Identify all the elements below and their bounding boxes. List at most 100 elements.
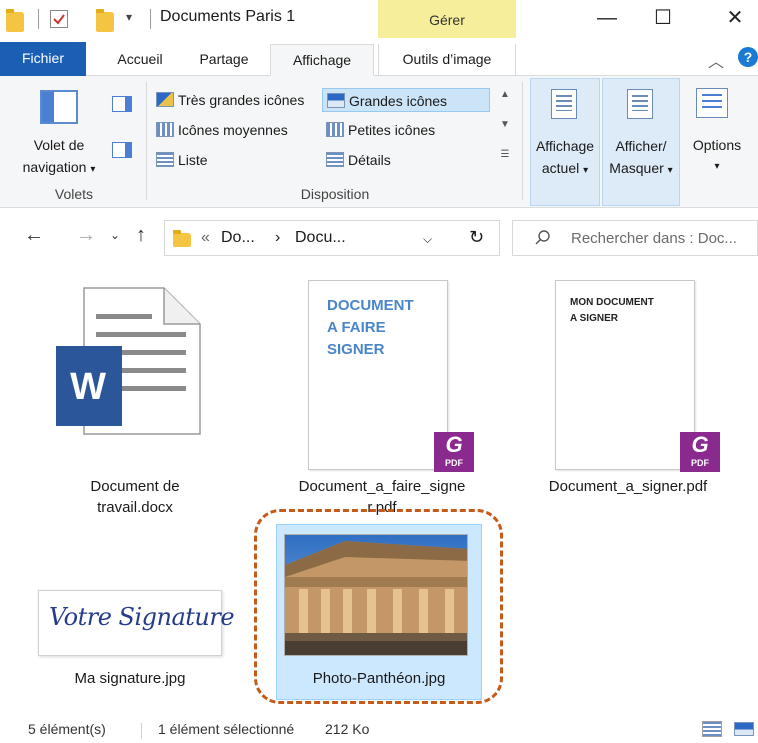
show-hide-button[interactable]: Afficher/ Masquer ▾ xyxy=(602,78,680,206)
layout-small-icons[interactable]: Petites icônes xyxy=(322,118,435,142)
selection-highlight-annotation xyxy=(254,509,503,704)
current-view-label-2: actuel xyxy=(541,160,580,176)
file-name: Ma signature.jpg xyxy=(40,668,220,689)
details-pane-icon[interactable] xyxy=(112,142,132,158)
tab-file[interactable]: Fichier xyxy=(0,42,86,76)
window-title: Documents Paris 1 xyxy=(160,8,296,25)
current-view-button[interactable]: Affichage actuel ▾ xyxy=(530,78,600,206)
collapse-ribbon-icon[interactable]: ︿ xyxy=(708,48,724,72)
pdf-thumbnail: DOCUMENT A FAIRE SIGNER xyxy=(308,280,448,470)
preview-pane-icon[interactable] xyxy=(112,96,132,112)
breadcrumb-segment[interactable]: Docu... xyxy=(295,229,346,247)
breadcrumb-segment[interactable]: Do... xyxy=(221,229,255,247)
divider xyxy=(141,723,142,739)
show-hide-icon xyxy=(627,89,653,119)
navigation-pane-icon[interactable] xyxy=(40,90,78,124)
search-icon xyxy=(535,230,550,245)
word-letter: W xyxy=(70,366,106,408)
current-view-icon xyxy=(551,89,577,119)
folder-icon xyxy=(6,9,24,32)
selection-count: 1 élément sélectionné xyxy=(158,721,295,737)
layout-gallery: Très grandes icônes Grandes icônes Icône… xyxy=(150,80,516,176)
layout-large-icons[interactable]: Grandes icônes xyxy=(322,88,490,112)
layout-list[interactable]: Liste xyxy=(152,148,208,172)
maximize-button[interactable]: ☐ xyxy=(640,2,686,36)
layout-medium-icons[interactable]: Icônes moyennes xyxy=(152,118,288,142)
signature-image-text: Votre Signature xyxy=(49,603,235,631)
foxit-pdf-icon: G PDF xyxy=(680,432,720,472)
layout-details[interactable]: Détails xyxy=(322,148,391,172)
recent-locations-icon[interactable]: ⌄ xyxy=(110,228,120,242)
show-hide-label-1: Afficher/ xyxy=(615,138,667,154)
scroll-up-icon[interactable]: ▲ xyxy=(494,80,516,110)
address-dropdown-icon[interactable]: ⌵ xyxy=(423,232,432,247)
tab-home[interactable]: Accueil xyxy=(100,44,180,76)
expand-gallery-icon[interactable]: ☰ xyxy=(494,140,516,170)
customize-quick-access-icon[interactable]: ▾ xyxy=(126,10,132,30)
foxit-pdf-icon: G PDF xyxy=(434,432,474,472)
small-icons-icon xyxy=(326,122,344,137)
pdf-badge-label: PDF xyxy=(445,458,463,468)
layout-label: Icônes moyennes xyxy=(178,122,288,138)
extra-large-icons-icon xyxy=(156,92,174,107)
layout-label: Très grandes icônes xyxy=(178,92,305,108)
close-button[interactable]: ✕ xyxy=(712,2,758,36)
new-folder-icon[interactable] xyxy=(96,9,114,32)
tab-view[interactable]: Affichage xyxy=(270,44,374,76)
file-name-line: Document_a_faire_signe xyxy=(298,478,466,495)
selection-size: 212 Ko xyxy=(325,721,370,737)
options-button[interactable]: Options ▾ xyxy=(684,134,750,178)
scroll-down-icon[interactable]: ▼ xyxy=(494,110,516,140)
file-name-line: Document de xyxy=(90,478,180,495)
layout-gallery-scroll[interactable]: ▲ ▼ ☰ xyxy=(494,80,516,176)
large-icons-view-icon[interactable] xyxy=(734,722,754,736)
refresh-icon[interactable]: ↻ xyxy=(469,227,484,248)
thumbnail-text: MON DOCUMENT xyxy=(570,297,654,308)
layout-extra-large-icons[interactable]: Très grandes icônes xyxy=(152,88,304,112)
signature-thumbnail: Votre Signature xyxy=(38,590,235,656)
file-name: Document de travail.docx xyxy=(50,476,220,518)
item-count: 5 élément(s) xyxy=(28,721,106,737)
layout-label: Petites icônes xyxy=(348,122,436,138)
minimize-button[interactable]: — xyxy=(584,2,630,36)
forward-arrow-icon[interactable]: → xyxy=(76,224,96,247)
large-icons-icon xyxy=(327,93,345,108)
file-name: Document_a_signer.pdf xyxy=(530,476,726,497)
properties-checkbox-icon[interactable] xyxy=(50,10,68,28)
options-label: Options xyxy=(692,137,742,153)
address-bar[interactable]: « Do... › Docu... ⌵ ↻ xyxy=(164,220,500,256)
tab-manage[interactable]: Gérer xyxy=(378,0,516,38)
tab-share[interactable]: Partage xyxy=(186,44,262,76)
breadcrumb-chevron-icon[interactable]: › xyxy=(275,229,280,247)
word-document-icon xyxy=(56,287,201,435)
list-icon xyxy=(156,152,174,167)
show-hide-label-2: Masquer xyxy=(609,160,664,176)
breadcrumb-overflow[interactable]: « xyxy=(201,229,210,247)
ribbon-tabs: Fichier Accueil Partage Affichage Outils… xyxy=(0,38,758,76)
help-icon[interactable]: ? xyxy=(738,47,758,67)
back-arrow-icon[interactable]: ← xyxy=(24,224,44,247)
details-view-icon[interactable] xyxy=(702,721,722,737)
group-label-layout: Disposition xyxy=(300,186,370,202)
status-bar: 5 élément(s) 1 élément sélectionné 212 K… xyxy=(0,719,758,743)
navigation-bar: ← → ⌄ ↑ « Do... › Docu... ⌵ ↻ Rechercher… xyxy=(0,212,758,262)
ribbon-view-panel: Volet de navigation ▾ Volets Très grande… xyxy=(0,76,758,208)
file-name-line: Document_a_signer.pdf xyxy=(548,478,708,495)
file-name-line: Ma signature.jpg xyxy=(74,670,186,687)
title-bar: ▾ Documents Paris 1 Gérer — ☐ ✕ xyxy=(0,0,758,38)
search-box[interactable]: Rechercher dans : Doc... xyxy=(512,220,758,256)
layout-label: Détails xyxy=(348,152,391,168)
pdf-badge-label: PDF xyxy=(691,458,709,468)
layout-label: Grandes icônes xyxy=(349,93,448,109)
search-placeholder: Rechercher dans : Doc... xyxy=(571,230,737,247)
options-icon[interactable] xyxy=(696,88,728,118)
tab-image-tools[interactable]: Outils d’image xyxy=(378,44,516,76)
divider xyxy=(150,9,151,29)
pdf-thumbnail: MON DOCUMENT A SIGNER xyxy=(555,280,695,470)
navigation-pane-label-1: Volet de xyxy=(33,137,85,153)
current-view-label-1: Affichage xyxy=(535,138,595,154)
up-arrow-icon[interactable]: ↑ xyxy=(136,224,146,247)
file-name-line: travail.docx xyxy=(97,499,173,516)
navigation-pane-button[interactable]: Volet de navigation ▾ xyxy=(4,134,114,181)
folder-icon xyxy=(173,230,191,247)
